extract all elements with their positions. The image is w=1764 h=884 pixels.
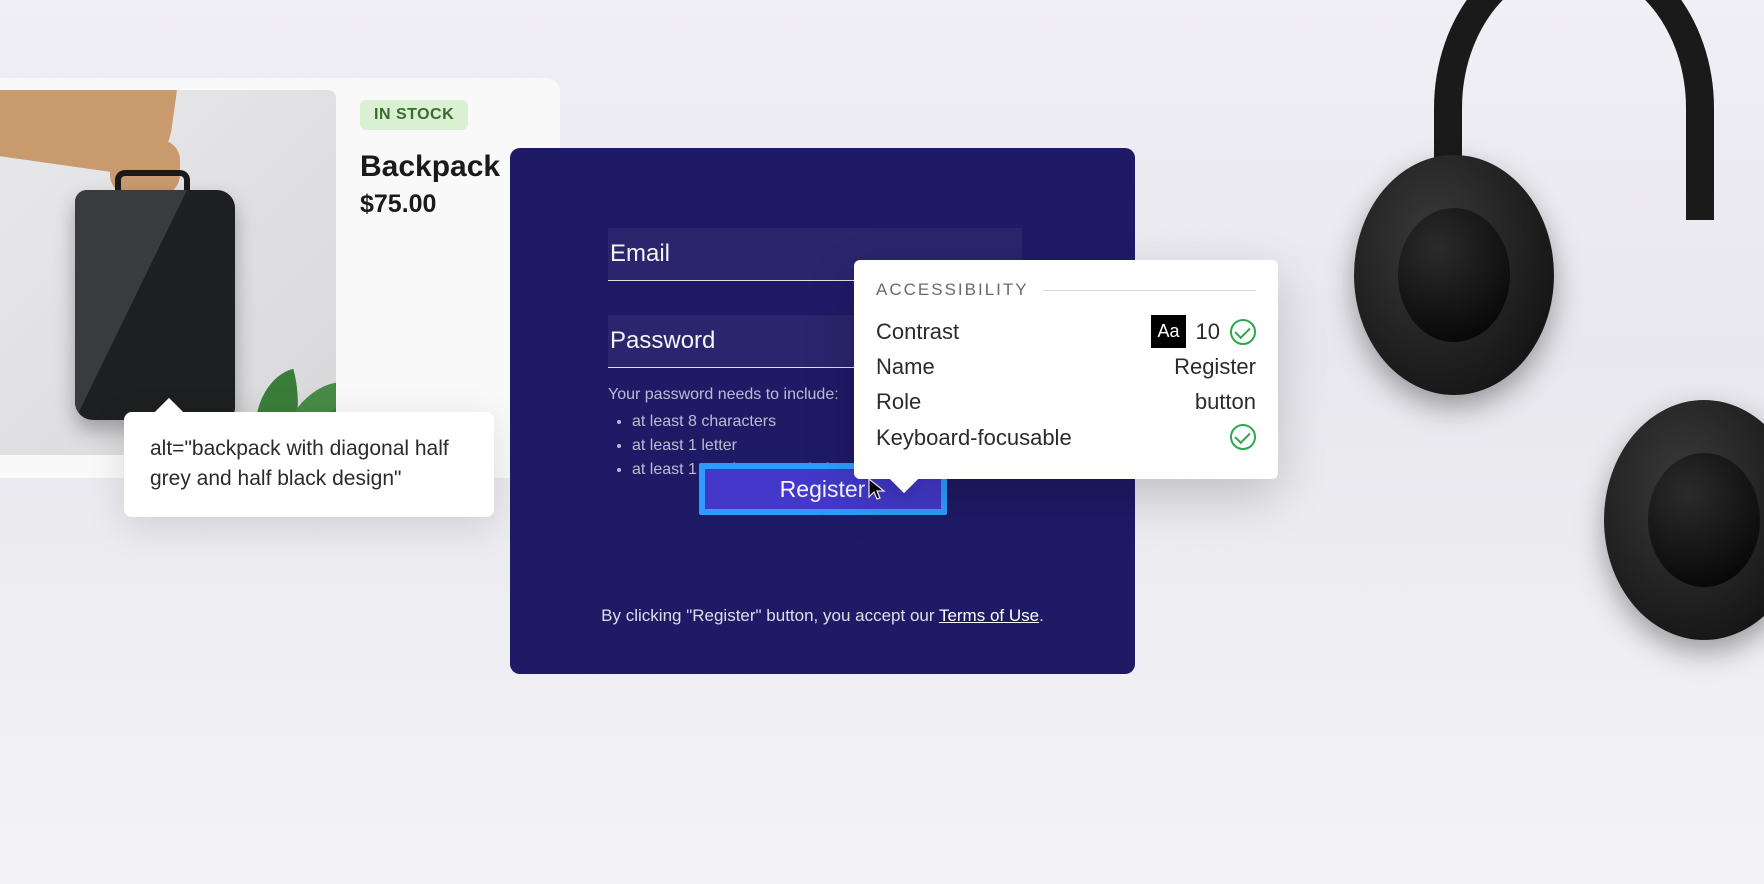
- a11y-label: Role: [876, 384, 921, 419]
- accessibility-heading: ACCESSIBILITY: [876, 280, 1029, 300]
- contrast-value: 10: [1196, 314, 1220, 349]
- a11y-row-name: Name Register: [876, 349, 1256, 384]
- a11y-value: Register: [1174, 349, 1256, 384]
- a11y-value: button: [1195, 384, 1256, 419]
- headphones-graphic: [1324, 0, 1764, 720]
- earcup-right: [1604, 400, 1764, 640]
- a11y-row-focusable: Keyboard-focusable: [876, 420, 1256, 455]
- a11y-label: Contrast: [876, 314, 959, 349]
- product-price: $75.00: [360, 190, 500, 219]
- terms-prefix: By clicking "Register" button, you accep…: [601, 606, 939, 625]
- earcup-left: [1354, 155, 1554, 395]
- a11y-label: Keyboard-focusable: [876, 420, 1072, 455]
- backpack-handle: [115, 170, 190, 190]
- divider: [1043, 290, 1256, 291]
- a11y-row-role: Role button: [876, 384, 1256, 419]
- product-info: IN STOCK Backpack $75.00: [360, 100, 500, 219]
- contrast-chip-icon: Aa: [1151, 315, 1185, 348]
- alt-text-tooltip: alt="backpack with diagonal half grey an…: [124, 412, 494, 517]
- check-circle-icon: [1230, 319, 1256, 345]
- check-circle-icon: [1230, 424, 1256, 450]
- accessibility-popover: ACCESSIBILITY Contrast Aa 10 Name Regist…: [854, 260, 1278, 479]
- terms-text: By clicking "Register" button, you accep…: [510, 606, 1135, 626]
- a11y-label: Name: [876, 349, 935, 384]
- terms-suffix: .: [1039, 606, 1044, 625]
- a11y-row-contrast: Contrast Aa 10: [876, 314, 1256, 349]
- stock-badge: IN STOCK: [360, 100, 468, 130]
- backpack-graphic: [75, 190, 235, 420]
- product-title: Backpack: [360, 150, 500, 184]
- terms-of-use-link[interactable]: Terms of Use: [939, 606, 1039, 625]
